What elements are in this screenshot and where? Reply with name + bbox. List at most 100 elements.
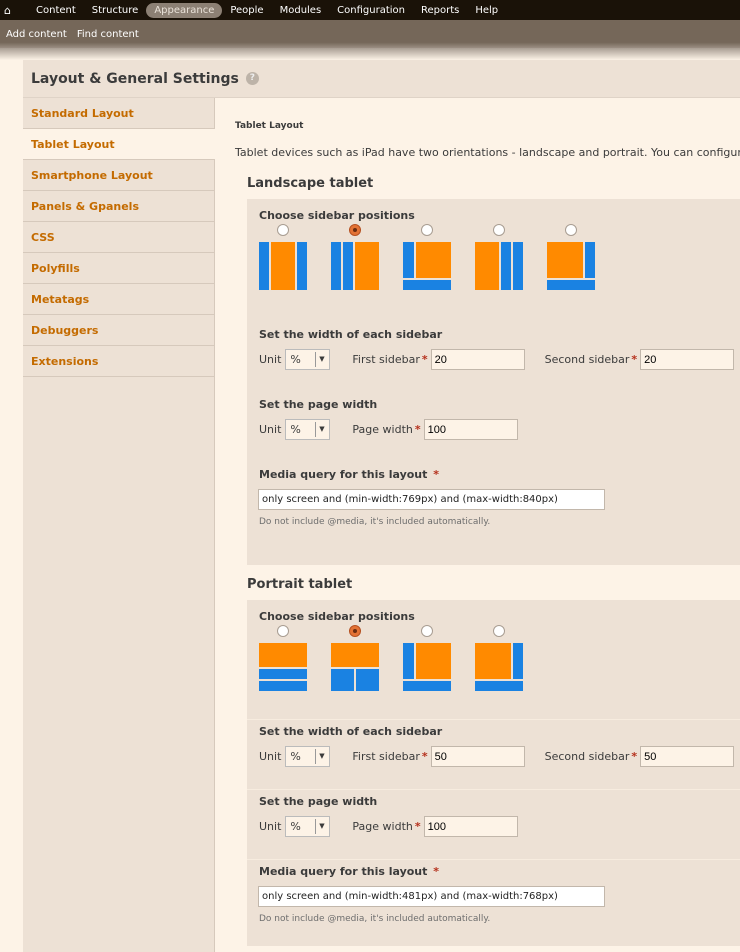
second-sidebar-input[interactable] [640,349,735,370]
second-sidebar-input[interactable] [640,746,735,767]
page-width-field-label: Page width [352,820,413,833]
tab-content: Tablet Layout Tablet devices such as iPa… [215,98,740,952]
page-width-input[interactable] [423,816,518,837]
layout-one-sidebar-right-bottom-icon[interactable] [475,643,523,691]
layout-radio-one-sidebar-right-bottom[interactable] [565,224,577,236]
toolbar-item-configuration[interactable]: Configuration [329,3,413,18]
unit-label: Unit [259,820,282,833]
content-block [355,242,379,290]
landscape-fieldset-title: Landscape tablet [247,176,374,191]
media-query-input[interactable]: only screen and (min-width:481px) and (m… [258,886,605,907]
required-marker: * [421,750,428,763]
first-sidebar-label: First sidebar [352,750,420,763]
toolbar-item-appearance[interactable]: Appearance [146,2,223,18]
sidebar-block [356,669,379,691]
required-marker: * [421,353,428,366]
shortcut-add-content[interactable]: Add content [6,29,67,40]
layout-one-sidebar-right-bottom-icon[interactable] [547,242,595,290]
first-sidebar-input[interactable] [430,349,525,370]
unit-label: Unit [259,353,282,366]
first-sidebar-input[interactable] [430,746,525,767]
required-marker: * [414,820,421,833]
toolbar-item-structure[interactable]: Structure [84,3,147,18]
layout-three-col-grail-icon[interactable] [259,242,307,290]
unit-select[interactable]: % ▼ [285,349,331,370]
sidebar-width-label: Set the width of each sidebar [259,725,443,738]
vtab-tablet-layout[interactable]: Tablet Layout [23,129,215,160]
vtab-metatags[interactable]: Metatags [23,284,214,315]
sidebar-block [403,643,414,679]
admin-toolbar: ⌂ Content Structure Appearance People Module… [0,0,740,20]
section-heading: Tablet Layout [235,121,304,131]
required-marker: * [631,750,638,763]
toolbar-item-help[interactable]: Help [467,3,506,18]
toolbar-item-people[interactable]: People [222,3,271,18]
second-sidebar-label: Second sidebar [544,353,630,366]
layout-two-sidebars-right-icon[interactable] [475,242,523,290]
media-query-note: Do not include @media, it's included aut… [259,914,491,924]
layout-radio-one-sidebar-right-bottom[interactable] [493,625,505,637]
vtab-extensions[interactable]: Extensions [23,346,214,377]
media-query-label: Media query for this layout * [259,468,440,481]
content-block [271,242,295,290]
sidebar-block [513,242,523,290]
toolbar-item-content[interactable]: Content [28,3,84,18]
unit-select[interactable]: % ▼ [285,816,331,837]
unit-select[interactable]: % ▼ [285,419,331,440]
layout-radio-one-sidebar-left-bottom[interactable] [421,625,433,637]
sidebar-width-label: Set the width of each sidebar [259,328,443,341]
sidebar-block [259,681,307,691]
settings-panel: Layout & General Settings ? Standard Lay… [23,60,740,952]
content-block [547,242,583,278]
layout-radio-two-sidebars-left[interactable] [349,224,361,236]
sidebar-block [547,280,595,290]
toolbar-item-reports[interactable]: Reports [413,3,467,18]
layout-radio-one-sidebar-left-bottom[interactable] [421,224,433,236]
content-block [416,643,451,679]
vtab-smartphone-layout[interactable]: Smartphone Layout [23,160,214,191]
vtab-polyfills[interactable]: Polyfills [23,253,214,284]
vtab-css[interactable]: CSS [23,222,214,253]
help-icon[interactable]: ? [245,72,259,85]
sidebar-block [403,242,414,278]
layout-one-sidebar-left-bottom-icon[interactable] [403,643,451,691]
layout-radio-one-col-vert[interactable] [349,625,361,637]
vtab-standard-layout[interactable]: Standard Layout [23,98,214,129]
choose-sidebar-label: Choose sidebar positions [259,209,415,222]
page-header: Layout & General Settings ? [23,60,740,98]
second-sidebar-label: Second sidebar [544,750,630,763]
sidebar-block [259,242,269,290]
required-marker: * [414,423,421,436]
vtab-debuggers[interactable]: Debuggers [23,315,214,346]
layout-one-col-vert-icon[interactable] [331,643,379,691]
unit-select[interactable]: % ▼ [285,746,331,767]
section-description: Tablet devices such as iPad have two ori… [235,146,740,159]
portrait-fieldset-title: Portrait tablet [247,577,353,592]
portrait-fieldset: Choose sidebar positions Set the width o… [247,600,740,946]
home-icon[interactable]: ⌂ [4,4,18,17]
shortcut-find-content[interactable]: Find content [77,29,139,40]
page-width-input[interactable] [423,419,518,440]
shortcuts-bar: Add content Find content [0,20,740,48]
unit-label: Unit [259,750,282,763]
layout-one-col-stack-icon[interactable] [259,643,307,691]
sidebar-block [259,669,307,679]
dropdown-arrow-icon: ▼ [315,819,327,834]
choose-sidebar-label: Choose sidebar positions [259,610,415,623]
unit-value: % [290,353,301,366]
layout-one-sidebar-left-bottom-icon[interactable] [403,242,451,290]
layout-two-sidebars-left-icon[interactable] [331,242,379,290]
dropdown-arrow-icon: ▼ [315,749,327,764]
toolbar-item-modules[interactable]: Modules [272,3,330,18]
required-marker: * [631,353,638,366]
layout-radio-three-col-grail[interactable] [277,224,289,236]
page-width-label: Set the page width [259,795,378,808]
media-query-input[interactable]: only screen and (min-width:769px) and (m… [258,489,605,510]
sidebar-block [403,681,451,691]
landscape-fieldset: Choose sidebar positions Set the width o… [247,199,740,565]
layout-radio-one-col-stack[interactable] [277,625,289,637]
vtab-panels-gpanels[interactable]: Panels & Gpanels [23,191,214,222]
layout-radio-two-sidebars-right[interactable] [493,224,505,236]
page-width-field-label: Page width [352,423,413,436]
sidebar-block [331,669,354,691]
